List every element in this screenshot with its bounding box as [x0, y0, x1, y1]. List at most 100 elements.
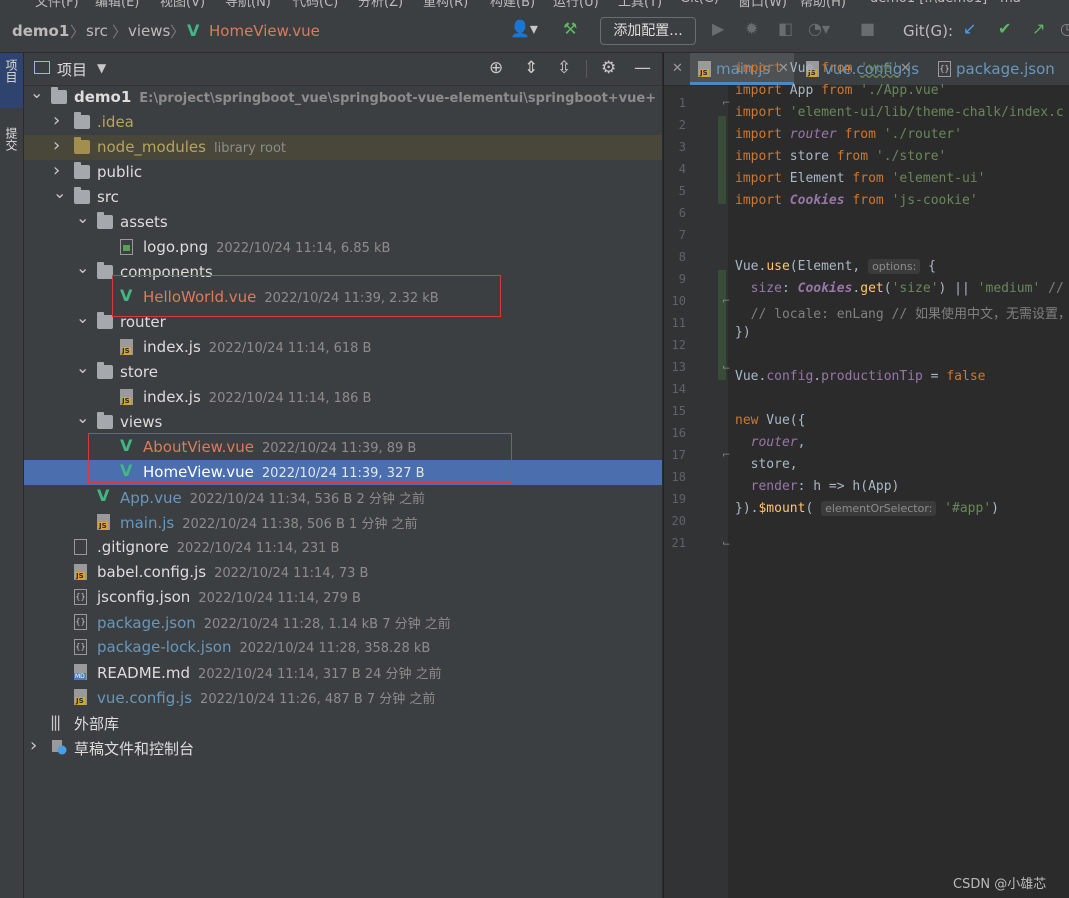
- tree-row[interactable]: README.md 2022/10/24 11:14, 317 B 24 分钟 之…: [24, 660, 662, 685]
- tree-row[interactable]: babel.config.js 2022/10/24 11:14, 73 B: [24, 560, 662, 585]
- menu-item[interactable]: 导航(N): [225, 0, 271, 8]
- close-icon[interactable]: ✕: [672, 61, 683, 76]
- tree-row[interactable]: V App.vue 2022/10/24 11:34, 536 B 2 分钟 之前: [24, 485, 662, 510]
- fold-marker-icon[interactable]: ⌙: [722, 538, 730, 549]
- project-tool-tab[interactable]: 项目: [0, 53, 23, 108]
- menu-item[interactable]: 工具(T): [618, 0, 662, 8]
- code-line[interactable]: router,: [735, 435, 806, 450]
- code-line[interactable]: store,: [735, 457, 798, 472]
- tree-row[interactable]: ⌄ assets: [24, 208, 662, 235]
- debug-icon[interactable]: ✹: [745, 20, 758, 38]
- tree-row[interactable]: ||| 外部库: [24, 710, 662, 735]
- breadcrumb-views[interactable]: views: [128, 22, 170, 40]
- tree-row[interactable]: {} package-lock.json 2022/10/24 11:28, 358…: [24, 635, 662, 660]
- chevron-down-icon[interactable]: ▼: [97, 61, 106, 75]
- code-line[interactable]: }): [735, 325, 751, 340]
- chevron-down-icon[interactable]: ⌄: [76, 258, 89, 277]
- tree-row[interactable]: {} jsconfig.json 2022/10/24 11:14, 279 B: [24, 585, 662, 610]
- add-configuration-button[interactable]: 添加配置...: [600, 17, 696, 45]
- fold-marker-icon[interactable]: ⌙: [722, 362, 730, 373]
- history-icon[interactable]: ◷: [1060, 20, 1069, 38]
- close-icon[interactable]: ✕: [900, 61, 911, 76]
- chevron-down-icon[interactable]: ⌄: [53, 183, 66, 202]
- menu-item[interactable]: 文件(F): [35, 0, 79, 8]
- code-line[interactable]: import Vue from 'vue': [735, 61, 899, 76]
- code-line[interactable]: size: Cookies.get('size') || 'medium' //: [735, 281, 1064, 296]
- menu-item[interactable]: 窗口(W): [738, 0, 787, 8]
- chevron-right-icon[interactable]: ›: [53, 135, 60, 156]
- chevron-right-icon[interactable]: ›: [53, 110, 60, 131]
- tree-row[interactable]: › public: [24, 160, 662, 185]
- chevron-down-icon[interactable]: ⌄: [76, 358, 89, 377]
- chevron-down-icon[interactable]: ⌄: [76, 308, 89, 327]
- code-line[interactable]: import 'element-ui/lib/theme-chalk/index…: [735, 105, 1064, 120]
- expand-all-icon[interactable]: ⇕: [524, 58, 538, 78]
- git-commit-icon[interactable]: ✔: [998, 20, 1011, 38]
- menu-item[interactable]: demo1 [..\demo1] - ma: [870, 0, 1021, 6]
- locate-file-icon[interactable]: ⊕: [489, 58, 503, 78]
- profile-icon[interactable]: ◔▾: [808, 20, 830, 38]
- run-icon[interactable]: ▶: [712, 20, 724, 38]
- chevron-down-icon[interactable]: ⌄: [76, 408, 89, 427]
- code-line[interactable]: Vue.use(Element, options: {: [735, 259, 936, 274]
- fold-marker-icon[interactable]: ⌐: [722, 450, 730, 461]
- editor-tab[interactable]: {} package.json: [930, 53, 1069, 85]
- collapse-all-icon[interactable]: ⇳: [557, 58, 571, 78]
- tree-row[interactable]: .gitignore 2022/10/24 11:14, 231 B: [24, 535, 662, 560]
- menu-item[interactable]: Git(G): [680, 0, 719, 6]
- file-name: logo.png: [143, 238, 209, 256]
- tree-row[interactable]: {} package.json 2022/10/24 11:28, 1.14 kB …: [24, 610, 662, 635]
- tree-item-label: README.md 2022/10/24 11:14, 317 B 24 分钟 之…: [97, 663, 442, 682]
- gear-icon[interactable]: ⚙: [601, 58, 616, 78]
- vcs-change-marker[interactable]: [718, 116, 726, 204]
- tree-row[interactable]: ⌄ views: [24, 408, 662, 435]
- code-line[interactable]: import store from './store': [735, 149, 946, 164]
- code-line[interactable]: import App from './App.vue': [735, 83, 946, 98]
- code-line[interactable]: Vue.config.productionTip = false: [735, 369, 985, 384]
- tree-row[interactable]: › .idea: [24, 110, 662, 135]
- commit-tool-tab[interactable]: 提交: [0, 119, 23, 179]
- chevron-right-icon[interactable]: ›: [30, 735, 37, 756]
- tree-row[interactable]: ⌄ demo1 E:\project\springboot_vue\springbo…: [24, 83, 662, 110]
- tree-row[interactable]: index.js 2022/10/24 11:14, 618 B: [24, 335, 662, 360]
- menu-item[interactable]: 代码(C): [293, 0, 338, 8]
- code-line[interactable]: import Cookies from 'js-cookie': [735, 193, 978, 208]
- breadcrumb-file[interactable]: HomeView.vue: [209, 22, 320, 40]
- project-panel-title[interactable]: 项目: [57, 59, 87, 80]
- fold-marker-icon[interactable]: ⌐: [722, 296, 730, 307]
- menu-item[interactable]: 编辑(E): [95, 0, 139, 8]
- menu-item[interactable]: 重构(R): [423, 0, 468, 8]
- hide-panel-icon[interactable]: —: [634, 58, 651, 78]
- breadcrumb-src[interactable]: src: [86, 22, 108, 40]
- build-hammer-icon[interactable]: ⚒: [563, 20, 577, 38]
- tree-row[interactable]: logo.png 2022/10/24 11:14, 6.85 kB: [24, 235, 662, 260]
- menu-item[interactable]: 运行(U): [553, 0, 599, 8]
- tree-row[interactable]: ⌄ store: [24, 358, 662, 385]
- tree-row[interactable]: › 草稿文件和控制台: [24, 735, 662, 760]
- stop-icon[interactable]: ■: [860, 20, 875, 38]
- code-line[interactable]: new Vue({: [735, 413, 805, 428]
- breadcrumb-project[interactable]: demo1: [12, 22, 69, 40]
- code-line[interactable]: }).$mount( elementOrSelector: '#app'): [735, 501, 999, 516]
- code-line[interactable]: render: h => h(App): [735, 479, 900, 494]
- coverage-icon[interactable]: ◧: [778, 20, 793, 38]
- user-account-icon[interactable]: 👤▾: [510, 20, 538, 38]
- menu-item[interactable]: 视图(V): [160, 0, 205, 8]
- fold-marker-icon[interactable]: ⌐: [722, 98, 730, 109]
- tree-row[interactable]: › node_modules library root: [24, 135, 662, 160]
- git-update-icon[interactable]: ↙: [963, 20, 976, 38]
- chevron-down-icon[interactable]: ⌄: [76, 208, 89, 227]
- git-push-icon[interactable]: ↗: [1032, 20, 1045, 38]
- tree-row[interactable]: ⌄ src: [24, 183, 662, 210]
- code-line[interactable]: import Element from 'element-ui': [735, 171, 985, 186]
- tree-row[interactable]: index.js 2022/10/24 11:14, 186 B: [24, 385, 662, 410]
- tree-row[interactable]: vue.config.js 2022/10/24 11:26, 487 B 7 分…: [24, 685, 662, 710]
- menu-item[interactable]: 构建(B): [490, 0, 535, 8]
- chevron-down-icon[interactable]: ⌄: [30, 83, 43, 102]
- menu-item[interactable]: 帮助(H): [800, 0, 846, 8]
- code-line[interactable]: import router from './router': [735, 127, 962, 142]
- tree-row[interactable]: main.js 2022/10/24 11:38, 506 B 1 分钟 之前: [24, 510, 662, 535]
- chevron-right-icon[interactable]: ›: [53, 160, 60, 181]
- menu-item[interactable]: 分析(Z): [358, 0, 403, 8]
- code-line[interactable]: // locale: enLang // 如果使用中文，无需设置，: [735, 303, 1069, 322]
